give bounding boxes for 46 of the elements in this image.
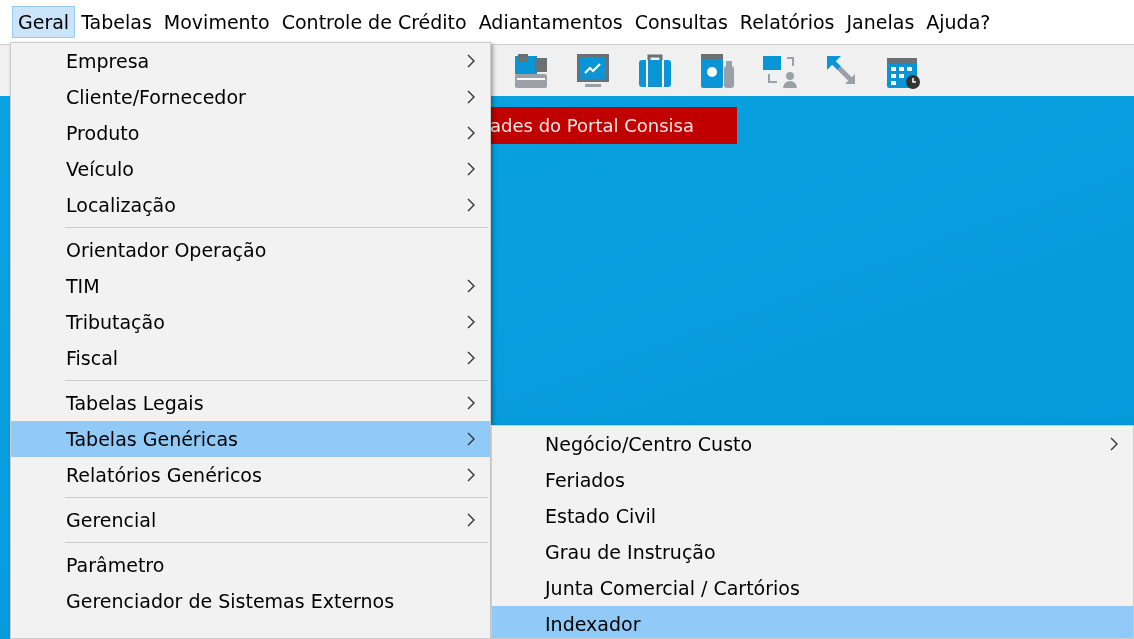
menu-item[interactable]: Orientador Operação: [11, 232, 490, 268]
chevron-icon: [466, 468, 476, 482]
chevron-icon: [466, 513, 476, 527]
menu-item[interactable]: Geral: [12, 5, 76, 39]
menu-item[interactable]: Tabelas Legais: [11, 385, 490, 421]
menu-item[interactable]: Fiscal: [11, 340, 490, 376]
chevron-icon: [466, 396, 476, 410]
menu-item[interactable]: Localização: [11, 187, 490, 223]
tablet-bottle-button[interactable]: [699, 51, 735, 90]
menu-item[interactable]: Tabelas: [75, 5, 158, 39]
menu-item[interactable]: Tabelas Genéricas: [11, 421, 490, 457]
menu-item[interactable]: Consultas: [628, 5, 734, 39]
news-banner: ades do Portal Consisa: [490, 107, 737, 144]
menu-item[interactable]: Estado Civil: [492, 498, 1133, 534]
menu-item[interactable]: Movimento: [157, 5, 276, 39]
menu-item[interactable]: Gerenciador de Sistemas Externos: [11, 583, 490, 619]
chevron-icon: [466, 162, 476, 176]
menu-item[interactable]: Cliente/Fornecedor: [11, 79, 490, 115]
menu-item[interactable]: Relatórios Genéricos: [11, 457, 490, 493]
menu-item[interactable]: Controle de Crédito: [275, 5, 473, 39]
menu-item[interactable]: Relatórios: [733, 5, 841, 39]
menu-item[interactable]: Grau de Instrução: [492, 534, 1133, 570]
menu-item[interactable]: Janelas: [840, 5, 921, 39]
menu-item[interactable]: Adiantamentos: [472, 5, 629, 39]
menu-item[interactable]: Indexador: [492, 606, 1133, 638]
chevron-icon: [466, 432, 476, 446]
chevron-icon: [466, 351, 476, 365]
chevron-icon: [1109, 437, 1119, 451]
cash-register-button[interactable]: [513, 51, 549, 90]
menu-item[interactable]: Negócio/Centro Custo: [492, 426, 1133, 462]
menu-item[interactable]: Tributação: [11, 304, 490, 340]
chevron-icon: [466, 315, 476, 329]
menu-item[interactable]: TIM: [11, 268, 490, 304]
chevron-icon: [466, 198, 476, 212]
menu-item[interactable]: Feriados: [492, 462, 1133, 498]
monitor-chart-button[interactable]: [575, 51, 611, 90]
menu-item[interactable]: Parâmetro: [11, 547, 490, 583]
menu-item[interactable]: Ajuda?: [920, 5, 997, 39]
chevron-icon: [466, 54, 476, 68]
chevron-icon: [466, 90, 476, 104]
menu-item[interactable]: Junta Comercial / Cartórios: [492, 570, 1133, 606]
menu-item[interactable]: Veículo: [11, 151, 490, 187]
menu-item[interactable]: Gerencial: [11, 502, 490, 538]
chevron-icon: [466, 126, 476, 140]
menu-item[interactable]: Produto: [11, 115, 490, 151]
chevron-icon: [466, 279, 476, 293]
